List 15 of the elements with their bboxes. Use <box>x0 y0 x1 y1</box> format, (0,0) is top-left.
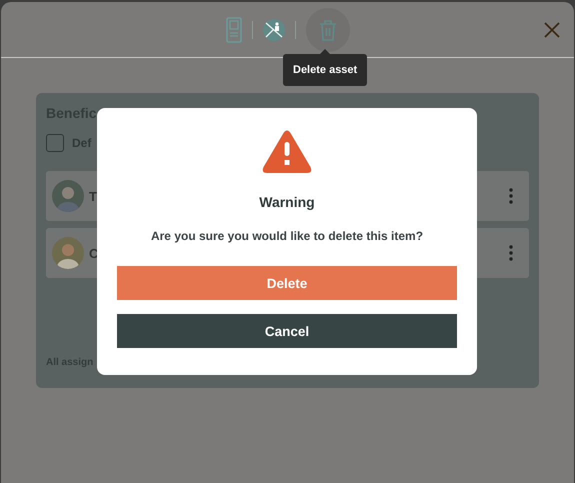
dialog-message: Are you sure you would like to delete this item? <box>150 229 424 243</box>
more-icon[interactable] <box>509 188 513 204</box>
unassign-person-icon[interactable] <box>262 18 284 40</box>
avatar-icon <box>52 180 84 212</box>
close-icon[interactable] <box>543 21 561 39</box>
tooltip: Delete asset <box>283 54 368 86</box>
cancel-button[interactable]: Cancel <box>117 314 457 348</box>
checkbox[interactable] <box>46 134 64 152</box>
warning-icon <box>262 130 312 174</box>
avatar-icon <box>52 237 84 269</box>
trash-icon <box>318 18 336 40</box>
row-name: T <box>89 188 97 204</box>
more-icon[interactable] <box>509 245 513 261</box>
dialog-title: Warning <box>259 194 315 210</box>
tooltip-arrow <box>320 49 330 54</box>
